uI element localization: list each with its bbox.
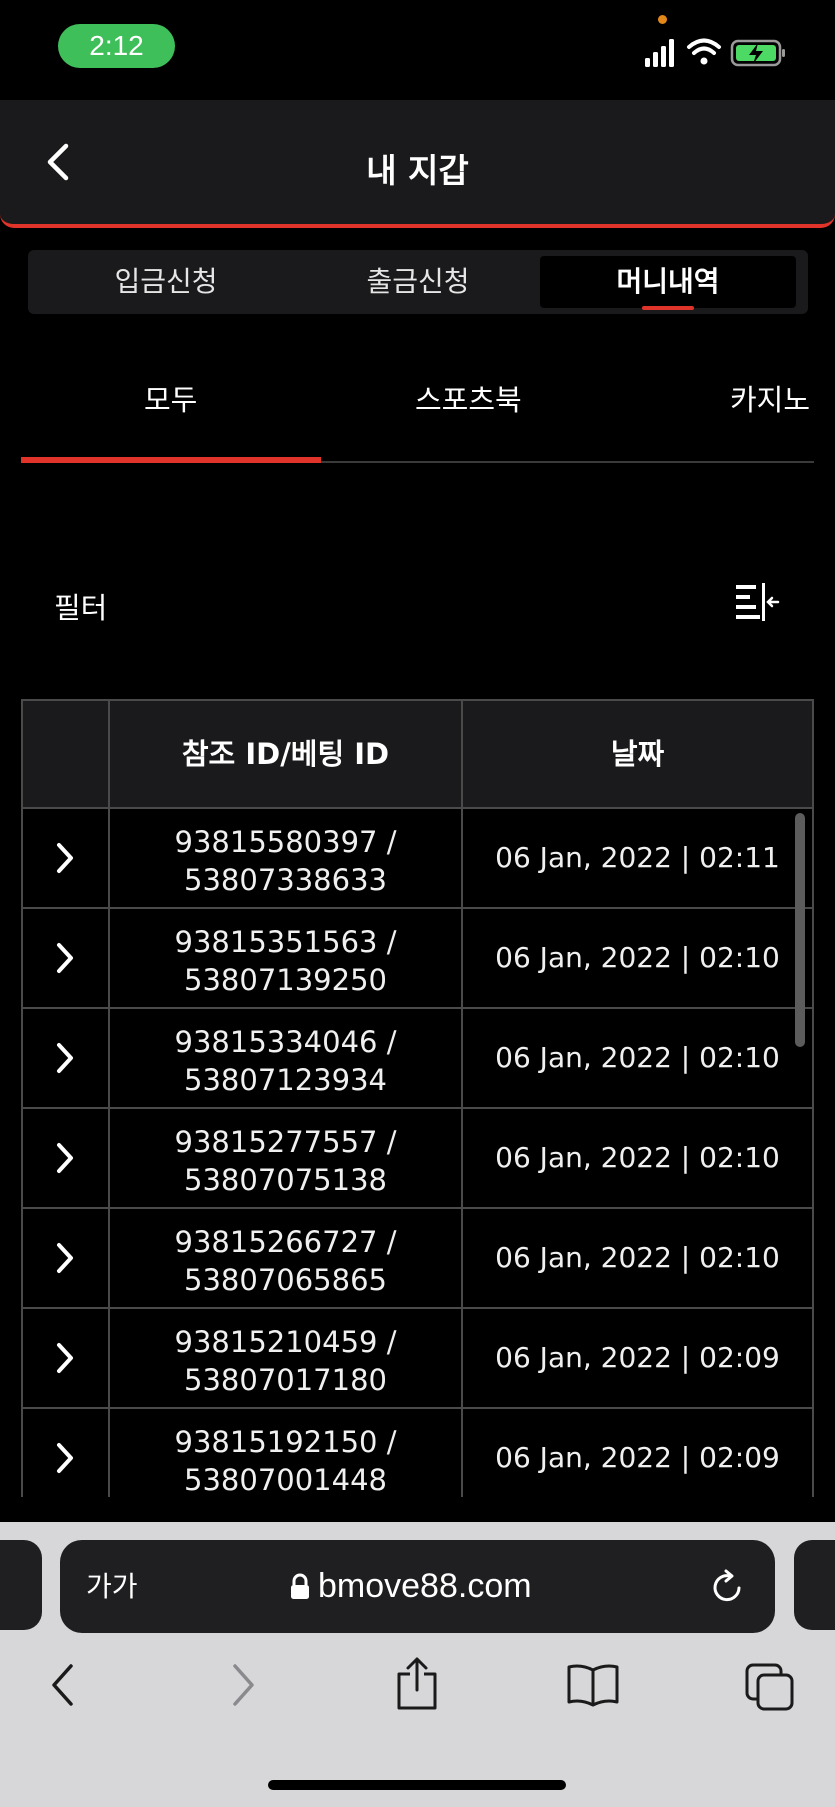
status-time: 2:12 bbox=[58, 24, 175, 68]
text-size-button[interactable]: 가가 bbox=[86, 1540, 138, 1633]
reference-id: 93815192150 / bbox=[174, 1425, 397, 1459]
url-text[interactable]: bmove88.com bbox=[318, 1540, 532, 1633]
tab-casino[interactable]: 카지노 bbox=[730, 365, 810, 435]
ref-bet-id: 93815351563 / 53807139250 bbox=[110, 923, 461, 999]
app-header: 내 지갑 bbox=[0, 100, 835, 228]
row-date: 06 Jan, 2022 | 02:09 bbox=[495, 1441, 780, 1474]
address-bar[interactable]: 가가 bmove88.com bbox=[60, 1540, 775, 1633]
reference-id: 93815580397 / bbox=[174, 825, 397, 859]
status-bar: 2:12 bbox=[0, 0, 835, 100]
chevron-right-icon bbox=[57, 1343, 73, 1373]
ref-bet-id: 93815210459 / 53807017180 bbox=[110, 1323, 461, 1399]
browser-back-icon[interactable] bbox=[48, 1662, 78, 1708]
ref-bet-id: 93815334046 / 53807123934 bbox=[110, 1023, 461, 1099]
header-date: 날짜 bbox=[610, 737, 665, 771]
chevron-right-icon bbox=[57, 1043, 73, 1073]
row-expand-button[interactable] bbox=[23, 1109, 108, 1207]
table-row[interactable]: 93815266727 / 53807065865 06 Jan, 2022 | … bbox=[23, 1209, 812, 1309]
tab-deposit-request[interactable]: 입금신청 bbox=[38, 256, 294, 308]
row-date: 06 Jan, 2022 | 02:10 bbox=[495, 1241, 780, 1274]
chevron-right-icon bbox=[57, 1143, 73, 1173]
share-icon[interactable] bbox=[394, 1656, 440, 1710]
chevron-right-icon bbox=[57, 1243, 73, 1273]
row-date: 06 Jan, 2022 | 02:09 bbox=[495, 1341, 780, 1374]
tab-sportsbook[interactable]: 스포츠북 bbox=[415, 365, 522, 435]
row-expand-button[interactable] bbox=[23, 1209, 108, 1307]
chevron-right-icon bbox=[57, 843, 73, 873]
tab-money-history[interactable]: 머니내역 bbox=[540, 256, 796, 310]
row-expand-button[interactable] bbox=[23, 1009, 108, 1107]
bet-id: 53807065865 bbox=[184, 1263, 387, 1297]
bet-id: 53807139250 bbox=[184, 963, 387, 997]
reference-id: 93815351563 / bbox=[174, 925, 397, 959]
reload-icon[interactable] bbox=[710, 1568, 746, 1606]
column-divider bbox=[108, 701, 110, 1497]
filter-list-icon bbox=[736, 583, 780, 621]
bet-id: 53807123934 bbox=[184, 1063, 387, 1097]
table-scrollbar[interactable] bbox=[795, 813, 805, 1047]
bet-id: 53807338633 bbox=[184, 863, 387, 897]
ref-bet-id: 93815277557 / 53807075138 bbox=[110, 1123, 461, 1199]
table-row[interactable]: 93815351563 / 53807139250 06 Jan, 2022 | … bbox=[23, 909, 812, 1009]
row-expand-button[interactable] bbox=[23, 909, 108, 1007]
table-row[interactable]: 93815192150 / 53807001448 06 Jan, 2022 | … bbox=[23, 1409, 812, 1497]
reference-id: 93815277557 / bbox=[174, 1125, 397, 1159]
tab-withdraw-request[interactable]: 출금신청 bbox=[290, 256, 546, 308]
reference-id: 93815334046 / bbox=[174, 1025, 397, 1059]
tabs-icon[interactable] bbox=[744, 1662, 796, 1712]
ref-bet-id: 93815266727 / 53807065865 bbox=[110, 1223, 461, 1299]
column-divider bbox=[461, 701, 463, 1497]
filter-label: 필터 bbox=[54, 591, 108, 625]
signal-wifi-battery-icons bbox=[645, 38, 785, 67]
row-date: 06 Jan, 2022 | 02:10 bbox=[495, 1141, 780, 1174]
bet-id: 53807001448 bbox=[184, 1463, 387, 1497]
filter-toggle-button[interactable] bbox=[734, 582, 780, 622]
row-date: 06 Jan, 2022 | 02:10 bbox=[495, 941, 780, 974]
tab-all[interactable]: 모두 bbox=[144, 365, 197, 435]
chevron-right-icon bbox=[57, 1443, 73, 1473]
bet-id: 53807017180 bbox=[184, 1363, 387, 1397]
tab-money-history-label: 머니내역 bbox=[616, 265, 720, 298]
row-date: 06 Jan, 2022 | 02:10 bbox=[495, 1041, 780, 1074]
lock-icon bbox=[291, 1573, 309, 1599]
wallet-segment-tabs: 입금신청 출금신청 머니내역 bbox=[28, 250, 808, 314]
privacy-indicator-dot bbox=[658, 15, 667, 24]
ref-bet-id: 93815192150 / 53807001448 bbox=[110, 1423, 461, 1497]
money-history-table: 참조 ID/베팅 ID 날짜 93815580397 / 53807338633 … bbox=[21, 699, 814, 1497]
row-expand-button[interactable] bbox=[23, 1409, 108, 1497]
row-expand-button[interactable] bbox=[23, 809, 108, 907]
reference-id: 93815210459 / bbox=[174, 1325, 397, 1359]
browser-forward-icon[interactable] bbox=[228, 1662, 258, 1708]
row-date: 06 Jan, 2022 | 02:11 bbox=[495, 841, 780, 874]
table-row[interactable]: 93815334046 / 53807123934 06 Jan, 2022 | … bbox=[23, 1009, 812, 1109]
previous-tab-preview[interactable] bbox=[0, 1540, 42, 1630]
next-tab-preview[interactable] bbox=[794, 1540, 835, 1630]
header-ref-id: 참조 ID/베팅 ID bbox=[181, 737, 390, 771]
active-category-indicator bbox=[21, 457, 321, 463]
table-header: 참조 ID/베팅 ID 날짜 bbox=[23, 701, 812, 809]
active-tab-underline bbox=[642, 306, 694, 310]
table-row[interactable]: 93815580397 / 53807338633 06 Jan, 2022 | … bbox=[23, 809, 812, 909]
ref-bet-id: 93815580397 / 53807338633 bbox=[110, 823, 461, 899]
home-indicator[interactable] bbox=[268, 1780, 566, 1790]
chevron-right-icon bbox=[57, 943, 73, 973]
table-row[interactable]: 93815210459 / 53807017180 06 Jan, 2022 | … bbox=[23, 1309, 812, 1409]
browser-toolbar: 가가 bmove88.com bbox=[0, 1522, 835, 1807]
bet-id: 53807075138 bbox=[184, 1163, 387, 1197]
row-expand-button[interactable] bbox=[23, 1309, 108, 1407]
bookmarks-icon[interactable] bbox=[566, 1662, 620, 1708]
category-tabs: 모두 스포츠북 카지노 bbox=[21, 365, 814, 463]
table-row[interactable]: 93815277557 / 53807075138 06 Jan, 2022 | … bbox=[23, 1109, 812, 1209]
page-title: 내 지갑 bbox=[366, 151, 469, 190]
reference-id: 93815266727 / bbox=[174, 1225, 397, 1259]
